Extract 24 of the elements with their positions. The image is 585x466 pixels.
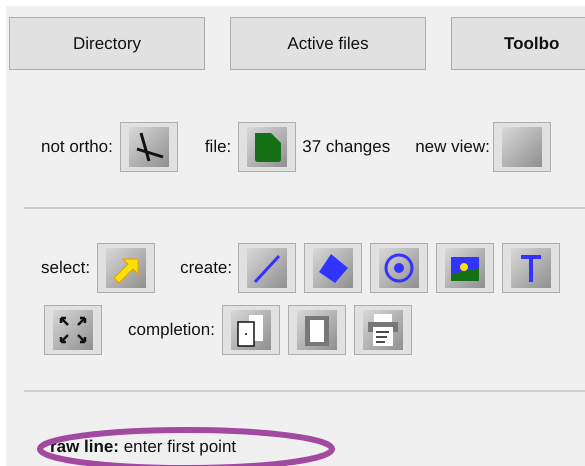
tool-button[interactable]: [44, 305, 102, 355]
pages-icon: [230, 310, 271, 350]
expand-arrows-icon: [53, 310, 93, 350]
blank-icon: [502, 127, 542, 167]
polygon-icon: [313, 248, 354, 288]
status-message: raw line: enter first point: [50, 437, 236, 457]
crossed-lines-icon: [128, 127, 169, 167]
select-label: select:: [41, 258, 90, 278]
text-t-icon: [511, 248, 552, 288]
ortho-label: not ortho:: [41, 137, 113, 157]
tool-button[interactable]: [222, 305, 280, 355]
tab[interactable]: Toolbo: [451, 17, 585, 70]
completion-label: completion:: [128, 320, 215, 340]
file-label: file:: [204, 137, 232, 157]
create-label: create:: [180, 258, 232, 278]
tab[interactable]: Active files: [230, 17, 426, 70]
image-icon: [445, 248, 486, 288]
document-icon: [247, 127, 288, 167]
printer-icon: [362, 310, 403, 350]
changes-count: 37 changes: [302, 137, 390, 157]
tool-button[interactable]: [120, 122, 178, 172]
new-view-label: new view:: [415, 137, 490, 157]
page-frame-icon: [296, 310, 337, 350]
tab[interactable]: Directory: [9, 17, 205, 70]
